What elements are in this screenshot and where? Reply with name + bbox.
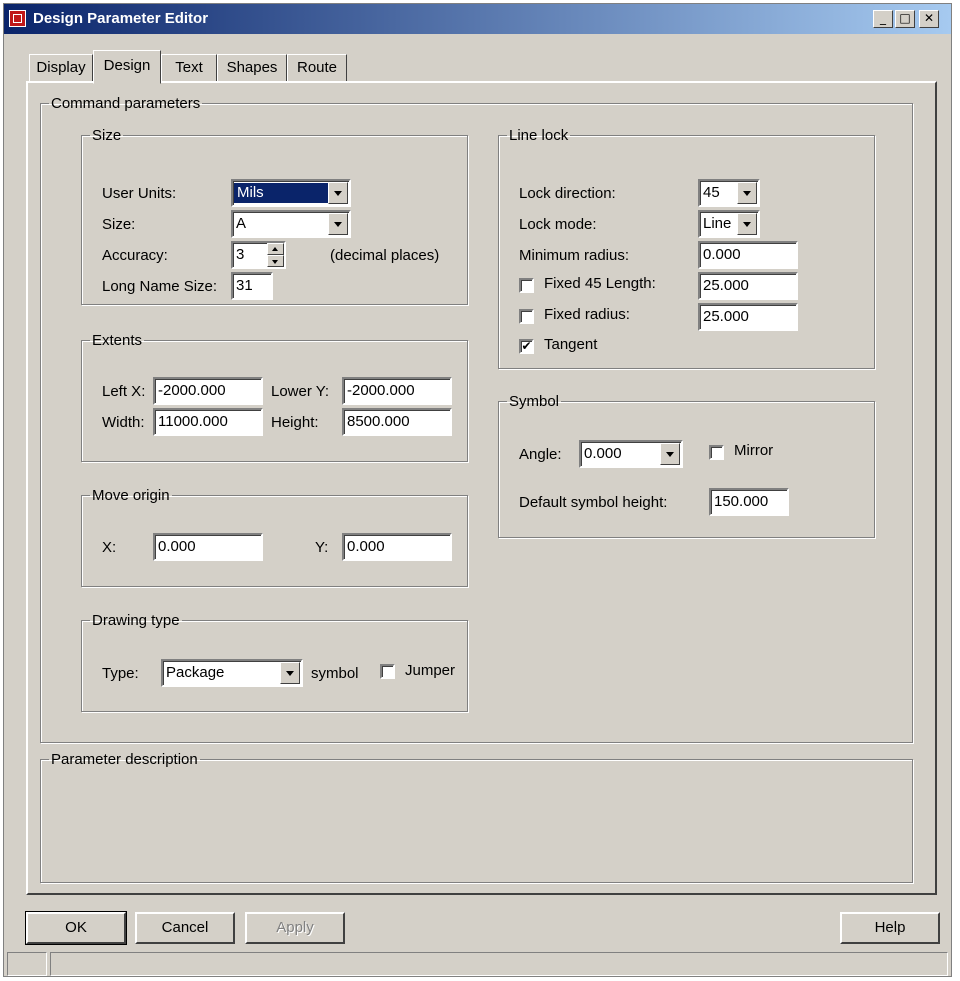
tab-shapes[interactable]: Shapes (217, 54, 287, 82)
width-field[interactable]: 11000.000 (153, 408, 263, 436)
lock-mode-combo[interactable]: Line (698, 210, 760, 238)
chevron-down-icon[interactable] (328, 182, 348, 204)
help-button[interactable]: Help (840, 912, 940, 944)
design-parameter-editor-window: Design Parameter Editor _ □ ✕ Display De… (3, 3, 952, 977)
type-label: Type: (102, 665, 139, 682)
accuracy-value: 3 (236, 246, 245, 263)
lock-mode-value: Line (703, 215, 732, 232)
status-pane-left (7, 952, 47, 976)
chevron-down-icon[interactable] (737, 213, 757, 235)
ok-button[interactable]: OK (25, 911, 127, 945)
drawing-type-group: Drawing type Type: Package symbol Jumper (81, 612, 468, 712)
width-label: Width: (102, 414, 145, 431)
move-origin-group: Move origin X: 0.000 Y: 0.000 (81, 487, 468, 587)
extents-group: Extents Left X: -2000.000 Lower Y: -2000… (81, 332, 468, 462)
drawing-type-combo[interactable]: Package (161, 659, 303, 687)
extents-legend: Extents (92, 332, 143, 349)
origin-x-label: X: (102, 539, 117, 556)
height-label: Height: (271, 414, 319, 431)
parameter-description-legend: Parameter description (51, 751, 198, 768)
origin-x-field[interactable]: 0.000 (153, 533, 263, 561)
symbol-legend: Symbol (509, 393, 560, 410)
fixed-radius-field[interactable]: 25.000 (698, 303, 798, 331)
lower-y-label: Lower Y: (271, 383, 330, 400)
mirror-label: Mirror (734, 442, 774, 459)
lower-y-field[interactable]: -2000.000 (342, 377, 452, 405)
size-group: Size User Units: Mils Size: A Accuracy: … (81, 127, 468, 305)
fixed-radius-checkbox[interactable] (519, 309, 534, 324)
size-combo[interactable]: A (231, 210, 351, 238)
symbol-suffix-label: symbol (311, 665, 359, 682)
accuracy-units-label: (decimal places) (330, 247, 440, 264)
fixed-45-length-field[interactable]: 25.000 (698, 272, 798, 300)
user-units-value: Mils (234, 183, 328, 203)
tab-display[interactable]: Display (29, 54, 93, 82)
accuracy-label: Accuracy: (102, 247, 168, 264)
tangent-label: Tangent (544, 336, 598, 353)
left-x-field[interactable]: -2000.000 (153, 377, 263, 405)
chevron-down-icon[interactable] (280, 662, 300, 684)
apply-label: Apply (276, 919, 314, 936)
angle-combo[interactable]: 0.000 (579, 440, 683, 468)
size-label: Size: (102, 216, 136, 233)
parameter-description-group: Parameter description (40, 751, 913, 883)
lock-mode-label: Lock mode: (519, 216, 597, 233)
title-bar[interactable]: Design Parameter Editor _ □ ✕ (4, 4, 951, 34)
design-tab-panel: Command parameters Size User Units: Mils… (26, 81, 937, 895)
tab-text[interactable]: Text (161, 54, 217, 82)
size-legend: Size (92, 127, 122, 144)
lock-direction-combo[interactable]: 45 (698, 179, 760, 207)
chevron-down-icon[interactable] (737, 182, 757, 204)
jumper-label: Jumper (405, 662, 456, 679)
spin-up-icon[interactable] (267, 243, 284, 255)
angle-label: Angle: (519, 446, 562, 463)
angle-value: 0.000 (584, 445, 622, 462)
close-button[interactable]: ✕ (919, 10, 939, 28)
line-lock-group: Line lock Lock direction: 45 Lock mode: … (498, 127, 875, 369)
spin-down-icon[interactable] (267, 255, 284, 267)
minimum-radius-field[interactable]: 0.000 (698, 241, 798, 269)
height-field[interactable]: 8500.000 (342, 408, 452, 436)
drawing-type-legend: Drawing type (92, 612, 180, 629)
move-origin-legend: Move origin (92, 487, 170, 504)
tab-design[interactable]: Design (93, 50, 161, 84)
fixed-radius-label: Fixed radius: (544, 306, 630, 323)
origin-y-field[interactable]: 0.000 (342, 533, 452, 561)
minimize-button[interactable]: _ (873, 10, 893, 28)
window-title: Design Parameter Editor (33, 10, 209, 27)
apply-button[interactable]: Apply (245, 912, 345, 944)
status-bar (7, 952, 950, 978)
mirror-checkbox[interactable] (709, 445, 724, 460)
origin-y-label: Y: (315, 539, 329, 556)
default-symbol-height-label: Default symbol height: (519, 494, 668, 511)
drawing-type-value: Package (166, 664, 225, 681)
maximize-button[interactable]: □ (895, 10, 915, 28)
size-value: A (236, 215, 247, 232)
cancel-button[interactable]: Cancel (135, 912, 235, 944)
fixed-45-length-checkbox[interactable] (519, 278, 534, 293)
line-lock-legend: Line lock (509, 127, 569, 144)
jumper-checkbox[interactable] (380, 664, 395, 679)
user-units-combo[interactable]: Mils (231, 179, 351, 207)
fixed-45-length-label: Fixed 45 Length: (544, 275, 656, 292)
tab-route[interactable]: Route (287, 54, 347, 82)
chevron-down-icon[interactable] (660, 443, 680, 465)
symbol-group: Symbol Angle: 0.000 Mirror Default symbo… (498, 393, 875, 538)
status-pane-main (50, 952, 948, 976)
long-name-size-label: Long Name Size: (102, 278, 218, 295)
left-x-label: Left X: (102, 383, 146, 400)
default-symbol-height-field[interactable]: 150.000 (709, 488, 789, 516)
lock-direction-label: Lock direction: (519, 185, 616, 202)
command-parameters-legend: Command parameters (51, 95, 201, 112)
user-units-label: User Units: (102, 185, 177, 202)
long-name-size-field[interactable]: 31 (231, 272, 273, 300)
tangent-checkbox[interactable]: ✔ (519, 339, 534, 354)
chevron-down-icon[interactable] (328, 213, 348, 235)
minimum-radius-label: Minimum radius: (519, 247, 630, 264)
app-icon (9, 10, 26, 27)
lock-direction-value: 45 (703, 184, 720, 201)
